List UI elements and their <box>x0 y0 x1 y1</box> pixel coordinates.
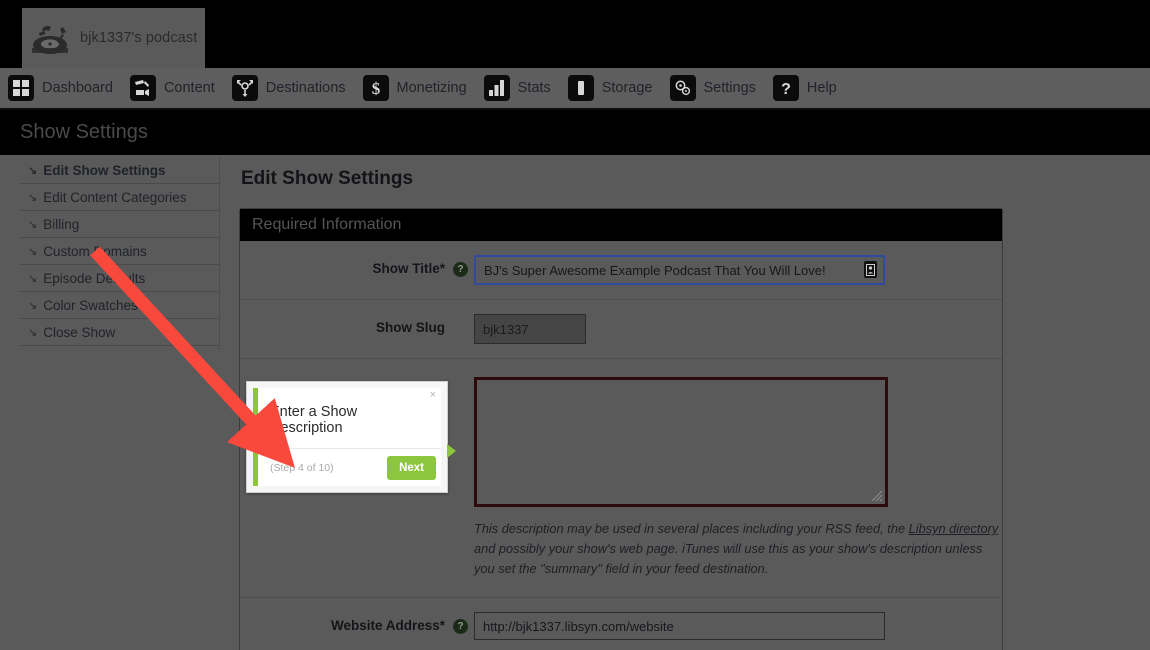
tour-title: Enter a Show Description <box>258 388 441 436</box>
description-field-wrap: This description may be used in several … <box>474 377 1004 579</box>
dollar-sign-icon: $ <box>363 75 389 101</box>
help-icon[interactable]: ? <box>453 619 468 634</box>
description-help-text: This description may be used in several … <box>474 519 1004 579</box>
help-text-suffix: and possibly your show's web page. iTune… <box>474 541 982 576</box>
sidebar-item-edit-show-settings[interactable]: ↘ Edit Show Settings <box>20 157 219 184</box>
sidebar-item-label: Edit Show Settings <box>43 163 165 178</box>
nav-label: Monetizing <box>397 80 467 96</box>
arrow-se-icon: ↘ <box>28 245 37 258</box>
tour-step-counter: (Step 4 of 10) <box>270 462 334 474</box>
website-address-label: Website Address* <box>240 612 445 633</box>
svg-text:?: ? <box>781 81 791 97</box>
help-text-prefix: This description may be used in several … <box>474 521 909 536</box>
tour-next-button[interactable]: Next <box>387 456 436 480</box>
show-title-field-wrap <box>474 255 994 285</box>
sidebar-item-billing[interactable]: ↘ Billing <box>20 211 219 238</box>
page-title: Edit Show Settings <box>241 168 1003 190</box>
show-slug-value: bjk1337 <box>474 314 586 344</box>
nav-item-monetizing[interactable]: $ Monetizing <box>355 67 476 109</box>
page-header-title: Show Settings <box>20 121 148 144</box>
gears-icon <box>670 75 696 101</box>
form-row-website-address: Website Address* ? <box>240 598 1002 650</box>
question-mark-icon: ? <box>773 75 799 101</box>
sidebar-item-label: Billing <box>43 217 79 232</box>
turntable-icon <box>26 15 76 61</box>
brand-block[interactable]: bjk1337's podcast <box>22 8 205 68</box>
page-header-bar: Show Settings <box>0 110 1150 155</box>
svg-text:$: $ <box>371 79 380 97</box>
nav-label: Help <box>807 80 837 96</box>
show-slug-label: Show Slug <box>240 314 445 335</box>
battery-icon <box>568 75 594 101</box>
nav-label: Settings <box>704 80 756 96</box>
settings-sidebar: ↘ Edit Show Settings ↘ Edit Content Cate… <box>20 157 220 350</box>
close-icon[interactable]: × <box>430 390 436 401</box>
website-address-field-wrap <box>474 612 994 640</box>
nav-item-destinations[interactable]: Destinations <box>224 67 355 109</box>
form-row-show-slug: Show Slug bjk1337 <box>240 300 1002 359</box>
show-title-label: Show Title* <box>240 255 445 276</box>
panel-header-title: Required Information <box>252 216 401 234</box>
nav-label: Stats <box>518 80 551 96</box>
arrow-se-icon: ↘ <box>28 218 37 231</box>
top-bar: bjk1337's podcast <box>0 0 1150 68</box>
arrow-se-icon: ↘ <box>28 326 37 339</box>
panel-header: Required Information <box>240 209 1002 241</box>
nav-item-storage[interactable]: Storage <box>560 67 662 109</box>
grid-icon <box>8 75 34 101</box>
sidebar-item-episode-defaults[interactable]: ↘ Episode Defaults <box>20 265 219 292</box>
help-icon[interactable]: ? <box>453 262 468 277</box>
sidebar-item-label: Edit Content Categories <box>43 190 186 205</box>
sidebar-item-label: Episode Defaults <box>43 271 145 286</box>
nav-label: Content <box>164 80 215 96</box>
show-title-input[interactable] <box>474 255 885 285</box>
nav-label: Destinations <box>266 80 346 96</box>
sidebar-item-label: Custom Domains <box>43 244 147 259</box>
tour-pointer-icon <box>447 444 456 458</box>
show-slug-field-wrap: bjk1337 <box>474 314 994 344</box>
nav-item-settings[interactable]: Settings <box>662 67 765 109</box>
sidebar-item-color-swatches[interactable]: ↘ Color Swatches <box>20 292 219 319</box>
main-nav: Dashboard Content Destinations $ Monetiz… <box>0 68 1150 110</box>
tour-footer: (Step 4 of 10) Next <box>258 448 441 486</box>
nav-label: Storage <box>602 80 653 96</box>
nav-label: Dashboard <box>42 80 113 96</box>
nav-item-dashboard[interactable]: Dashboard <box>0 67 122 109</box>
show-title-input-holder <box>474 255 885 285</box>
libsyn-directory-link[interactable]: Libsyn directory <box>909 521 999 536</box>
arrow-se-icon: ↘ <box>28 272 37 285</box>
nav-item-content[interactable]: Content <box>122 67 224 109</box>
tour-tooltip: × Enter a Show Description (Step 4 of 10… <box>246 381 448 493</box>
sidebar-item-close-show[interactable]: ↘ Close Show <box>20 319 219 346</box>
description-textarea[interactable] <box>477 380 885 504</box>
brand-title: bjk1337's podcast <box>80 30 197 46</box>
arrow-se-icon: ↘ <box>28 164 37 177</box>
contact-card-icon[interactable] <box>864 261 877 278</box>
tour-tooltip-body: × Enter a Show Description (Step 4 of 10… <box>253 388 441 486</box>
sidebar-item-label: Close Show <box>43 325 115 340</box>
resize-handle[interactable] <box>871 490 883 502</box>
sidebar-item-edit-content-categories[interactable]: ↘ Edit Content Categories <box>20 184 219 211</box>
bar-chart-icon <box>484 75 510 101</box>
clapperboard-icon <box>130 75 156 101</box>
arrow-se-icon: ↘ <box>28 299 37 312</box>
description-highlight <box>474 377 888 507</box>
form-row-show-title: Show Title* ? <box>240 241 1002 300</box>
app-root: bjk1337's podcast Dashboard Content Dest… <box>0 0 1150 650</box>
nav-item-help[interactable]: ? Help <box>765 67 846 109</box>
arrow-se-icon: ↘ <box>28 191 37 204</box>
nav-item-stats[interactable]: Stats <box>476 67 560 109</box>
sidebar-item-custom-domains[interactable]: ↘ Custom Domains <box>20 238 219 265</box>
sidebar-item-label: Color Swatches <box>43 298 138 313</box>
website-address-input[interactable] <box>474 612 885 640</box>
share-nodes-icon <box>232 75 258 101</box>
